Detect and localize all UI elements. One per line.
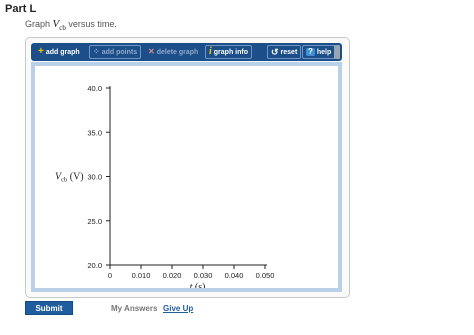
add-graph-button[interactable]: + add graph: [35, 45, 83, 59]
give-up-link[interactable]: Give Up: [163, 304, 193, 313]
x-axis-label: t (s): [190, 282, 206, 288]
add-points-label: add points: [101, 48, 138, 56]
instruction-prefix: Graph: [25, 19, 53, 29]
graph-info-label: graph info: [213, 48, 248, 56]
y-tick-label: 40.0: [87, 84, 102, 93]
reset-label: reset: [280, 48, 298, 56]
reset-icon: ↺: [271, 46, 279, 57]
graph-toolbar: + add graph ⁘ add points ✕ delete graph …: [31, 43, 342, 61]
plot-canvas[interactable]: 20.0 25.0 30.0 35.0 40.0 0 0.010 0.020 0.030 0.04…: [35, 66, 338, 288]
help-button[interactable]: ? help: [302, 45, 336, 59]
x-tick-label: 0.020: [163, 271, 182, 280]
add-graph-label: add graph: [45, 48, 80, 56]
y-tick-label: 20.0: [87, 261, 102, 270]
y-tick-label: 35.0: [87, 128, 102, 137]
y-tick-label: 25.0: [87, 217, 102, 226]
x-tick-label: 0.050: [256, 271, 275, 280]
delete-graph-button[interactable]: ✕ delete graph: [145, 45, 201, 59]
x-tick-label: 0.010: [132, 271, 151, 280]
x-tick-label: 0.040: [225, 271, 244, 280]
x-tick-label: 0: [108, 271, 112, 280]
y-axis-label: Vcb (V): [55, 172, 84, 184]
submit-button[interactable]: Submit: [25, 301, 73, 315]
help-label: help: [316, 48, 332, 56]
delete-icon: ✕: [148, 47, 155, 56]
y-tick-label: 30.0: [87, 173, 102, 182]
add-points-button[interactable]: ⁘ add points: [89, 45, 142, 59]
instruction-suffix: versus time.: [65, 19, 117, 29]
instruction-variable: Vcb: [53, 18, 66, 33]
reset-button[interactable]: ↺ reset: [267, 45, 302, 59]
toolbar-scroll-handle[interactable]: [334, 45, 340, 59]
instruction-text: Graph Vcb versus time.: [25, 18, 117, 32]
graph-info-button[interactable]: i graph info: [205, 45, 252, 59]
my-answers-link[interactable]: My Answers: [111, 304, 157, 313]
instruction-var-subscript: cb: [59, 24, 66, 33]
info-icon: i: [209, 46, 212, 57]
part-title: Part L: [5, 3, 37, 15]
help-icon: ?: [306, 47, 315, 56]
plus-icon: +: [38, 46, 44, 57]
delete-graph-label: delete graph: [156, 48, 199, 56]
points-icon: ⁘: [93, 47, 100, 56]
plot-panel[interactable]: 20.0 25.0 30.0 35.0 40.0 0 0.010 0.020 0.030 0.04…: [31, 62, 342, 292]
x-tick-label: 0.030: [194, 271, 213, 280]
